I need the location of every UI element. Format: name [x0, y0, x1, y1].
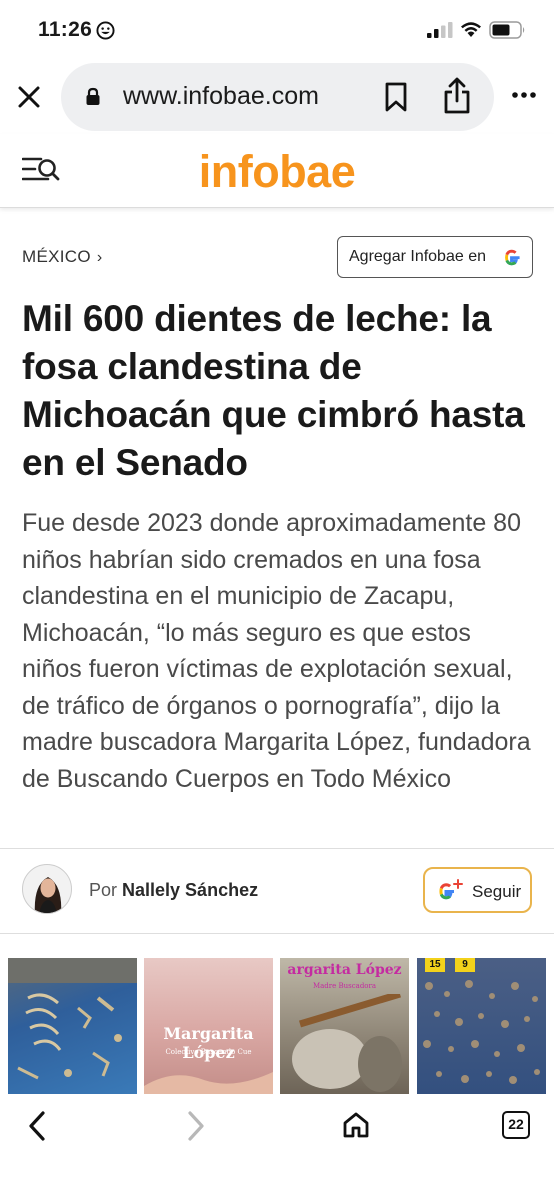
section-label[interactable]: MÉXICO — [22, 247, 91, 266]
more-icon[interactable] — [511, 91, 537, 99]
article-subheadline: Fue desde 2023 donde aproximadamente 80 … — [22, 509, 531, 793]
thumb-caption: Margarita López — [163, 1024, 254, 1062]
byline-prefix: Por — [89, 880, 118, 900]
evidence-tag: 9 — [455, 958, 475, 972]
browser-bar: www.infobae.com — [0, 60, 554, 134]
section-breadcrumb[interactable]: MÉXICO › — [22, 247, 103, 267]
lock-icon — [86, 87, 100, 105]
gallery-image-evidence[interactable]: 15 9 — [417, 958, 546, 1094]
google-icon — [505, 249, 520, 266]
thumb-subcaption: Colectivo Buscando Cue — [165, 1048, 252, 1056]
site-header: infobae — [0, 134, 554, 208]
google-plus-icon — [439, 879, 463, 900]
bookmark-icon[interactable] — [383, 81, 409, 113]
home-icon[interactable] — [342, 1111, 370, 1139]
gallery-image-madre-buscadora[interactable]: argarita López Madre Buscadora — [280, 958, 409, 1094]
add-to-google-label: Agregar Infobae en — [349, 248, 486, 265]
smile-icon — [96, 21, 115, 40]
gallery-image-bones[interactable] — [8, 958, 137, 1094]
divider — [0, 848, 554, 849]
site-logo[interactable]: infobae — [0, 146, 554, 198]
wifi-icon — [461, 22, 481, 37]
chevron-right-icon: › — [96, 249, 103, 266]
follow-button[interactable]: Seguir — [423, 867, 532, 913]
close-icon[interactable] — [14, 82, 44, 112]
byline: Por Nallely Sánchez — [89, 880, 258, 901]
tabs-count-icon[interactable]: 22 — [502, 1111, 530, 1139]
browser-toolbar: 22 — [0, 1094, 554, 1199]
status-bar: 11:26 — [0, 0, 554, 60]
thumb-subcaption: Madre Buscadora — [312, 982, 377, 990]
share-icon[interactable] — [442, 77, 472, 115]
author-name[interactable]: Nallely Sánchez — [122, 880, 258, 900]
gallery-image-margarita-lopez[interactable]: Margarita López Colectivo Buscando Cue — [144, 958, 273, 1094]
divider — [0, 933, 554, 934]
signal-icon — [427, 22, 453, 38]
forward-icon[interactable] — [185, 1110, 207, 1142]
battery-icon — [489, 21, 525, 39]
image-gallery: Margarita López Colectivo Buscando Cue a… — [8, 958, 546, 1094]
url-text[interactable]: www.infobae.com — [123, 82, 319, 111]
author-avatar[interactable] — [22, 864, 72, 914]
thumb-caption: argarita López — [287, 962, 402, 978]
address-bar[interactable]: www.infobae.com — [61, 63, 494, 131]
back-icon[interactable] — [26, 1110, 48, 1142]
add-to-google-button[interactable]: Agregar Infobae en — [337, 236, 533, 278]
evidence-tag: 15 — [425, 958, 445, 972]
status-time: 11:26 — [38, 18, 93, 41]
article-headline: Mil 600 dientes de leche: la fosa clande… — [22, 298, 525, 483]
follow-label: Seguir — [472, 882, 522, 901]
